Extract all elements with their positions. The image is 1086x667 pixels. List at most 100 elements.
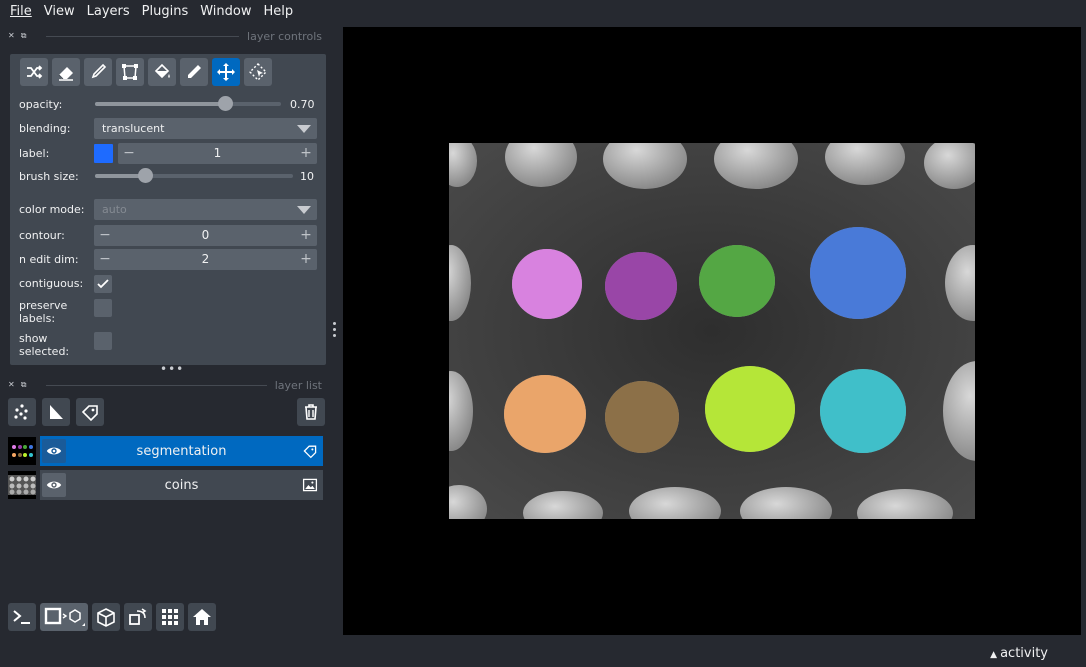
rotate-icon <box>129 608 147 625</box>
transform-button[interactable] <box>244 58 272 86</box>
dock-float-icon[interactable]: ⧉ <box>21 31 27 41</box>
menu-window-label: Window <box>200 4 252 19</box>
points-icon <box>14 404 28 420</box>
image-icon <box>297 477 323 493</box>
menu-help[interactable]: Help <box>258 0 300 23</box>
visibility-toggle-coins[interactable] <box>42 473 66 497</box>
menu-bar: File View Layers Plugins Window Help <box>0 0 1086 23</box>
layer-name-segmentation[interactable]: segmentation <box>66 444 297 459</box>
layer-name-coins[interactable]: coins <box>66 478 297 493</box>
labels-tool-row <box>20 58 272 86</box>
polygon-button[interactable] <box>116 58 144 86</box>
n-edit-dim-spinbox[interactable]: − 2 + <box>94 249 317 270</box>
menu-view-label: View <box>43 4 75 19</box>
chevron-up-icon: ▲ <box>990 650 998 660</box>
labels-tag-icon <box>81 405 98 422</box>
shapes-icon <box>50 405 63 419</box>
checkmark-icon <box>97 279 109 289</box>
label-label: label: <box>19 147 50 160</box>
segmented-coin-2 <box>605 252 677 320</box>
grid-icon <box>162 609 178 625</box>
new-labels-layer-button[interactable] <box>76 398 104 426</box>
grid-view-button[interactable] <box>156 603 184 631</box>
paintbrush-button[interactable] <box>84 58 112 86</box>
cube-icon <box>97 608 115 627</box>
plus-icon[interactable]: + <box>299 249 313 270</box>
show-selected-label-line2: selected: <box>19 345 70 358</box>
brush-size-slider[interactable] <box>95 168 293 183</box>
menu-layers-label: Layers <box>86 4 130 19</box>
menu-help-label: Help <box>263 4 294 19</box>
minus-icon[interactable]: − <box>98 249 112 270</box>
label-value: 1 <box>213 146 222 160</box>
segmented-coin-4 <box>810 227 906 319</box>
opacity-slider-handle[interactable] <box>218 96 234 111</box>
contiguous-checkbox[interactable] <box>94 275 112 293</box>
plus-icon[interactable]: + <box>299 143 313 164</box>
new-points-layer-button[interactable] <box>8 398 36 426</box>
terminal-icon <box>13 610 30 624</box>
layer-controls-dock-title: ✕ ⧉ layer controls <box>8 29 322 43</box>
chevron-down-icon <box>297 125 311 133</box>
home-button[interactable] <box>188 603 216 631</box>
menu-plugins[interactable]: Plugins <box>136 0 195 23</box>
transform-icon <box>249 63 267 81</box>
blending-value: translucent <box>102 122 165 135</box>
segmented-coin-3 <box>699 245 775 317</box>
pan-zoom-icon <box>217 63 235 81</box>
menu-view[interactable]: View <box>38 0 81 23</box>
ndisplay-toggle-button[interactable] <box>40 603 88 631</box>
layer-controls-title: layer controls <box>247 29 322 43</box>
opacity-slider[interactable] <box>95 96 281 111</box>
color-mode-combobox[interactable]: auto <box>94 199 317 220</box>
dock-splitter-handle[interactable]: ••• <box>160 363 184 375</box>
activity-button[interactable]: ▲ activity <box>990 646 1048 661</box>
segmented-coin-7 <box>705 366 795 452</box>
menu-layers[interactable]: Layers <box>81 0 136 23</box>
dock-float-icon[interactable]: ⧉ <box>21 380 27 390</box>
paintbrush-icon <box>91 63 107 79</box>
layer-row-segmentation[interactable]: segmentation <box>8 436 323 466</box>
preserve-labels-checkbox[interactable] <box>94 299 112 317</box>
roll-dimensions-button[interactable] <box>92 603 120 631</box>
show-selected-checkbox[interactable] <box>94 332 112 350</box>
segmented-coin-8 <box>820 369 906 453</box>
brush-size-slider-handle[interactable] <box>137 168 153 183</box>
blending-combobox[interactable]: translucent <box>94 118 317 139</box>
contour-spinbox[interactable]: − 0 + <box>94 225 317 246</box>
contour-value: 0 <box>201 228 210 242</box>
shuffle-colors-icon <box>27 65 43 79</box>
vertical-splitter-handle[interactable] <box>333 322 339 340</box>
label-color-swatch[interactable] <box>94 144 113 163</box>
visibility-toggle-segmentation[interactable] <box>42 439 66 463</box>
menu-file[interactable]: File <box>4 0 38 23</box>
n-edit-dim-label: n edit dim: <box>19 253 79 266</box>
layer-row-coins[interactable]: coins <box>8 470 323 500</box>
eraser-button[interactable] <box>52 58 80 86</box>
polygon-icon <box>122 64 138 80</box>
dock-close-icon[interactable]: ✕ <box>8 380 15 390</box>
eye-icon <box>46 481 62 489</box>
preserve-labels-label-line1: preserve <box>19 299 68 312</box>
dock-close-icon[interactable]: ✕ <box>8 31 15 41</box>
shuffle-colors-button[interactable] <box>20 58 48 86</box>
pan-zoom-button[interactable] <box>212 58 240 86</box>
activity-label: activity <box>1000 646 1048 661</box>
eye-icon <box>46 447 62 455</box>
minus-icon[interactable]: − <box>122 143 136 164</box>
minus-icon[interactable]: − <box>98 225 112 246</box>
coins-image-svg <box>449 143 975 519</box>
color-picker-button[interactable] <box>180 58 208 86</box>
viewer-canvas[interactable] <box>343 27 1081 635</box>
console-button[interactable] <box>8 603 36 631</box>
delete-layer-button[interactable] <box>297 398 325 426</box>
label-spinbox[interactable]: − 1 + <box>118 143 317 164</box>
new-shapes-layer-button[interactable] <box>42 398 70 426</box>
plus-icon[interactable]: + <box>299 225 313 246</box>
fill-bucket-button[interactable] <box>148 58 176 86</box>
color-picker-icon <box>188 65 201 78</box>
show-selected-label-line1: show <box>19 332 48 345</box>
menu-window[interactable]: Window <box>194 0 257 23</box>
transpose-button[interactable] <box>124 603 152 631</box>
color-mode-value: auto <box>102 203 127 216</box>
